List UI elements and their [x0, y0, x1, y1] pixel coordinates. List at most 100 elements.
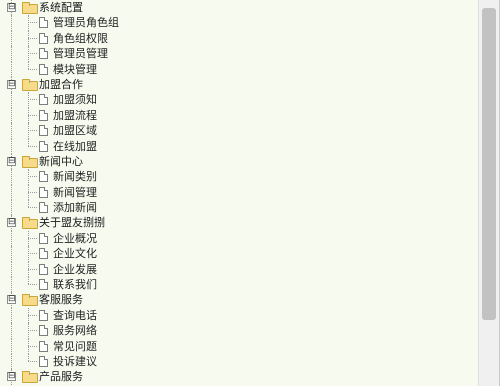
tree-item-label[interactable]: 管理员角色组 — [53, 15, 119, 30]
tree-guide-line — [11, 138, 12, 154]
tree-item[interactable]: 加盟流程 — [0, 107, 478, 124]
tree-item-label[interactable]: 加盟须知 — [53, 92, 97, 107]
tree-group[interactable]: ⊟ 系统配置 — [0, 0, 478, 16]
tree-item-label[interactable]: 企业文化 — [53, 246, 97, 261]
tree-guide-line — [11, 123, 12, 139]
navigation-tree: ⊟ 系统配置 管理员角色组 角色组权限 管理员管理 模块管理 ⊟ 加盟合作 加盟须知 加盟流程 加盟… — [0, 0, 478, 386]
tree-guide-line — [11, 307, 12, 324]
collapse-toggle-icon[interactable]: ⊟ — [7, 156, 16, 166]
tree-branch-tick — [28, 145, 37, 147]
tree-item[interactable]: 常见问题 — [0, 338, 478, 354]
tree-item-label[interactable]: 在线加盟 — [53, 139, 97, 154]
tree-item[interactable]: 查询电话 — [0, 307, 478, 324]
tree-branch-tick — [28, 330, 37, 332]
tree-item-label[interactable]: 常见问题 — [53, 339, 97, 354]
document-icon — [39, 325, 48, 337]
tree-item-label[interactable]: 投诉建议 — [53, 354, 97, 369]
tree-item-label[interactable]: 查询电话 — [53, 308, 97, 323]
tree-item-label[interactable]: 企业概况 — [53, 231, 97, 246]
document-icon — [39, 171, 48, 183]
scrollbar-thumb[interactable] — [482, 8, 496, 320]
document-icon — [39, 248, 48, 260]
tree-item[interactable]: 添加新闻 — [0, 200, 478, 216]
tree-guide-line — [11, 338, 12, 354]
document-icon — [39, 32, 48, 44]
tree-branch-tick — [28, 237, 37, 239]
tree-guide-line — [11, 107, 12, 124]
tree-item[interactable]: 联系我们 — [0, 277, 478, 293]
tree-item[interactable]: 企业概况 — [0, 230, 478, 247]
document-icon — [39, 140, 48, 152]
tree-item-label[interactable]: 管理员管理 — [53, 46, 108, 61]
tree-item[interactable]: 投诉建议 — [0, 353, 478, 370]
tree-group-label[interactable]: 系统配置 — [39, 0, 83, 15]
tree-item[interactable]: 管理员管理 — [0, 46, 478, 62]
folder-open-icon — [22, 294, 38, 307]
tree-group-label[interactable]: 产品服务 — [39, 369, 83, 384]
tree-group[interactable]: ⊟ 产品服务 — [0, 369, 478, 385]
tree-item-label[interactable]: 新闻管理 — [53, 185, 97, 200]
tree-item[interactable]: 在线加盟 — [0, 138, 478, 154]
tree-item[interactable]: 企业发展 — [0, 261, 478, 278]
tree-group-label[interactable]: 加盟合作 — [39, 77, 83, 92]
tree-item[interactable]: 企业文化 — [0, 246, 478, 262]
tree-group[interactable]: ⊟ 关于盟友捌捌 — [0, 215, 478, 231]
tree-group-label[interactable]: 客服服务 — [39, 292, 83, 307]
tree-group-label[interactable]: 新闻中心 — [39, 154, 83, 169]
collapse-toggle-icon[interactable]: ⊟ — [7, 295, 16, 305]
tree-item[interactable]: 模块管理 — [0, 61, 478, 77]
folder-open-icon — [22, 155, 38, 168]
tree-guide-line — [11, 230, 12, 247]
tree-item-label[interactable]: 新闻类别 — [53, 169, 97, 184]
tree-item-label[interactable]: 企业发展 — [53, 262, 97, 277]
tree-item[interactable]: 服务网络 — [0, 323, 478, 339]
tree-guide-line — [11, 15, 12, 31]
tree-item-label[interactable]: 角色组权限 — [53, 31, 108, 46]
tree-item[interactable]: 新闻类别 — [0, 169, 478, 185]
tree-guide-line — [11, 184, 12, 201]
tree-item[interactable]: 新闻管理 — [0, 184, 478, 201]
tree-branch-tick — [28, 345, 37, 347]
tree-item-label[interactable]: 加盟流程 — [53, 108, 97, 123]
tree-guide-line — [11, 353, 12, 370]
collapse-toggle-icon[interactable]: ⊟ — [7, 218, 16, 228]
tree-group[interactable]: ⊟ 加盟合作 — [0, 76, 478, 93]
document-icon — [39, 17, 48, 29]
folder-open-icon — [22, 78, 38, 91]
tree-branch-tick — [28, 191, 37, 193]
tree-branch-tick — [28, 130, 37, 132]
tree-item[interactable]: 加盟区域 — [0, 123, 478, 139]
tree-group-label[interactable]: 关于盟友捌捌 — [39, 215, 105, 230]
tree-item-label[interactable]: 联系我们 — [53, 277, 97, 292]
tree-item-label[interactable]: 服务网络 — [53, 323, 97, 338]
document-icon — [39, 94, 48, 106]
tree-branch-tick — [28, 314, 37, 316]
tree-branch-tick — [28, 176, 37, 178]
collapse-toggle-icon[interactable]: ⊟ — [7, 3, 16, 12]
folder-open-icon — [22, 371, 38, 384]
tree-branch-tick — [28, 360, 37, 362]
vertical-scrollbar[interactable] — [478, 0, 499, 386]
tree-branch-tick — [28, 114, 37, 116]
collapse-toggle-icon[interactable]: ⊟ — [7, 79, 16, 89]
tree-branch-tick — [28, 284, 37, 286]
tree-group[interactable]: ⊟ 客服服务 — [0, 292, 478, 308]
tree-group[interactable]: ⊟ 新闻中心 — [0, 153, 478, 170]
document-icon — [39, 48, 48, 60]
document-icon — [39, 186, 48, 198]
collapse-toggle-icon[interactable]: ⊟ — [7, 372, 16, 382]
tree-item[interactable]: 管理员角色组 — [0, 15, 478, 31]
tree-panel: ⊟ 系统配置 管理员角色组 角色组权限 管理员管理 模块管理 ⊟ 加盟合作 加盟须知 加盟流程 加盟… — [0, 0, 500, 386]
tree-guide-line — [11, 169, 12, 185]
tree-item[interactable]: 角色组权限 — [0, 30, 478, 47]
tree-item[interactable]: 加盟须知 — [0, 92, 478, 108]
document-icon — [39, 125, 48, 137]
tree-item-label[interactable]: 加盟区域 — [53, 123, 97, 138]
tree-guide-line — [11, 246, 12, 262]
tree-branch-tick — [28, 37, 37, 39]
tree-item-label[interactable]: 添加新闻 — [53, 200, 97, 215]
tree-item-label[interactable]: 模块管理 — [53, 62, 97, 77]
document-icon — [39, 309, 48, 321]
tree-guide-line — [11, 46, 12, 62]
tree-branch-tick — [28, 99, 37, 101]
